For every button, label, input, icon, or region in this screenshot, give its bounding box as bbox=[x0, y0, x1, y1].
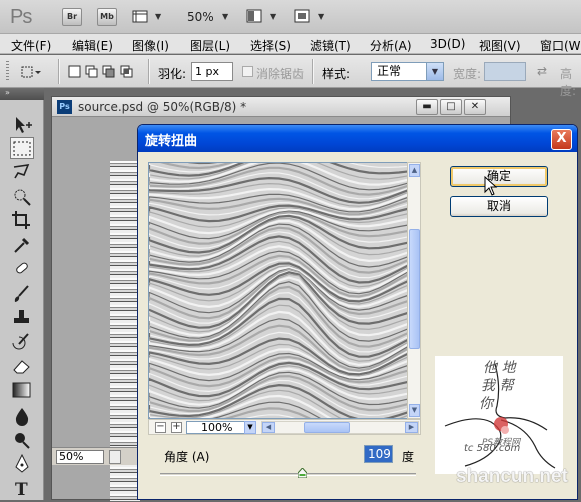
height-label: 高度: bbox=[560, 67, 577, 98]
menu-layer[interactable]: 图层(L) bbox=[190, 37, 230, 54]
menu-edit[interactable]: 编辑(E) bbox=[72, 37, 113, 54]
dialog-title: 旋转扭曲 bbox=[145, 134, 198, 149]
dodge-tool-icon[interactable] bbox=[10, 429, 34, 451]
angle-slider-thumb[interactable] bbox=[297, 467, 308, 479]
menu-image[interactable]: 图像(I) bbox=[132, 37, 169, 54]
blur-tool-icon[interactable] bbox=[10, 405, 34, 427]
scrollbar-thumb[interactable] bbox=[304, 422, 350, 433]
svg-text:我 帮: 我 帮 bbox=[481, 378, 515, 394]
close-icon[interactable]: X bbox=[551, 129, 572, 150]
move-tool-icon[interactable] bbox=[10, 114, 34, 136]
dialog-title-bar[interactable]: 旋转扭曲 X bbox=[138, 125, 577, 152]
bridge-button[interactable]: Br bbox=[62, 8, 82, 26]
gradient-tool-icon[interactable] bbox=[10, 379, 34, 401]
lasso-tool-icon[interactable] bbox=[10, 161, 34, 183]
menu-file[interactable]: 文件(F) bbox=[11, 37, 51, 54]
preview-vertical-scrollbar[interactable]: ▲ ▼ bbox=[407, 162, 421, 419]
close-icon[interactable]: ✕ bbox=[464, 99, 486, 115]
marquee-preset-icon[interactable] bbox=[20, 64, 42, 80]
svg-text:T: T bbox=[15, 480, 28, 499]
watermark-site: shancun.net bbox=[456, 466, 568, 487]
preview-horizontal-scrollbar[interactable]: ◀ ▶ bbox=[261, 421, 419, 434]
history-brush-icon[interactable] bbox=[10, 331, 34, 353]
crop-tool-icon[interactable] bbox=[10, 209, 34, 231]
maximize-button[interactable]: □ bbox=[440, 99, 462, 115]
result-thumbnail: 他 地 我 帮 你 bbox=[435, 356, 563, 474]
chevron-down-icon[interactable]: ▼ bbox=[426, 63, 443, 80]
angle-label: 角度 (A) bbox=[164, 450, 210, 464]
menu-filter[interactable]: 滤镜(T) bbox=[310, 37, 351, 54]
menu-bar: 文件(F) 编辑(E) 图像(I) 图层(L) 选择(S) 滤镜(T) 分析(A… bbox=[0, 34, 581, 54]
ok-button[interactable]: 确定 bbox=[450, 166, 548, 187]
svg-text:他 地: 他 地 bbox=[483, 360, 517, 376]
photoshop-document-icon: Ps bbox=[57, 100, 72, 114]
quick-selection-icon[interactable] bbox=[10, 185, 34, 207]
chevron-down-icon[interactable]: ▼ bbox=[222, 12, 228, 21]
mini-bridge-button[interactable]: Mb bbox=[97, 8, 117, 26]
grip-handle[interactable] bbox=[6, 61, 9, 82]
scroll-left-button[interactable]: ◀ bbox=[262, 422, 275, 433]
zoom-level[interactable]: 50% bbox=[187, 10, 214, 24]
angle-input[interactable]: 109 bbox=[364, 445, 393, 463]
zoom-out-button[interactable]: − bbox=[155, 422, 166, 433]
view-extras-icon[interactable] bbox=[132, 8, 148, 24]
cancel-button[interactable]: 取消 bbox=[450, 196, 548, 217]
healing-brush-icon[interactable] bbox=[10, 259, 34, 281]
swap-icon[interactable]: ⇄ bbox=[537, 64, 547, 78]
chevron-down-icon[interactable]: ▼ bbox=[244, 421, 256, 434]
options-bar: 羽化: 1 px 消除锯齿 样式: 正常 ▼ 宽度: ⇄ 高度: bbox=[0, 55, 581, 98]
eraser-icon[interactable] bbox=[10, 355, 34, 377]
rectangular-marquee-icon[interactable] bbox=[10, 137, 34, 159]
type-tool-icon[interactable]: T bbox=[10, 477, 34, 500]
selection-mode-icons[interactable] bbox=[68, 64, 138, 80]
arrange-documents-icon[interactable] bbox=[246, 8, 262, 24]
svg-text:你: 你 bbox=[479, 396, 495, 412]
filter-preview[interactable] bbox=[148, 162, 419, 419]
antialias-checkbox[interactable] bbox=[242, 66, 253, 77]
width-input[interactable] bbox=[484, 62, 526, 81]
style-label: 样式: bbox=[322, 67, 351, 81]
twirl-dialog: 旋转扭曲 X ▲ ▼ − + 100% ▼ ◀ ▶ 确定 取消 他 地 我 帮 … bbox=[137, 124, 578, 500]
feather-label: 羽化: bbox=[158, 67, 187, 81]
application-bar: Ps Br Mb ▼ 50% ▼ ▼ ▼ bbox=[0, 0, 581, 34]
scroll-up-button[interactable]: ▲ bbox=[409, 164, 420, 177]
eyedropper-icon[interactable] bbox=[10, 233, 34, 255]
status-zoom-field[interactable]: 50% bbox=[56, 450, 104, 464]
menu-window[interactable]: 窗口(W) bbox=[540, 37, 581, 54]
angle-slider-track[interactable] bbox=[160, 473, 416, 476]
watermark-text: tc 580.com bbox=[464, 443, 521, 454]
menu-select[interactable]: 选择(S) bbox=[250, 37, 291, 54]
tools-panel-header[interactable]: » bbox=[0, 88, 44, 100]
status-info-icon[interactable] bbox=[109, 450, 121, 464]
angle-unit: 度 bbox=[402, 450, 415, 464]
zoom-in-button[interactable]: + bbox=[171, 422, 182, 433]
menu-3d[interactable]: 3D(D) bbox=[430, 37, 465, 51]
menu-view[interactable]: 视图(V) bbox=[479, 37, 521, 54]
brush-tool-icon[interactable] bbox=[10, 283, 34, 305]
preview-controls: − + 100% ▼ ◀ ▶ bbox=[148, 419, 421, 435]
chevron-down-icon[interactable]: ▼ bbox=[318, 12, 324, 21]
chevron-down-icon[interactable]: ▼ bbox=[270, 12, 276, 21]
screen-mode-icon[interactable] bbox=[294, 8, 310, 24]
menu-analysis[interactable]: 分析(A) bbox=[370, 37, 412, 54]
separator bbox=[148, 59, 150, 84]
minimize-button[interactable]: ▬ bbox=[416, 99, 438, 115]
scroll-down-button[interactable]: ▼ bbox=[409, 404, 420, 417]
separator bbox=[58, 59, 60, 84]
document-title: source.psd @ 50%(RGB/8) * bbox=[78, 100, 247, 114]
feather-input[interactable]: 1 px bbox=[191, 62, 233, 81]
chevron-down-icon[interactable]: ▼ bbox=[155, 12, 161, 21]
pen-tool-icon[interactable] bbox=[10, 453, 34, 475]
separator bbox=[312, 59, 314, 84]
tools-panel: » T bbox=[0, 88, 44, 500]
width-label: 宽度: bbox=[453, 67, 482, 81]
photoshop-logo: Ps bbox=[10, 6, 32, 28]
document-title-bar[interactable]: Ps source.psd @ 50%(RGB/8) * ▬ □ ✕ bbox=[52, 97, 510, 117]
scroll-right-button[interactable]: ▶ bbox=[405, 422, 418, 433]
scrollbar-thumb[interactable] bbox=[409, 229, 420, 349]
clone-stamp-icon[interactable] bbox=[10, 307, 34, 329]
antialias-label: 消除锯齿 bbox=[256, 67, 305, 81]
